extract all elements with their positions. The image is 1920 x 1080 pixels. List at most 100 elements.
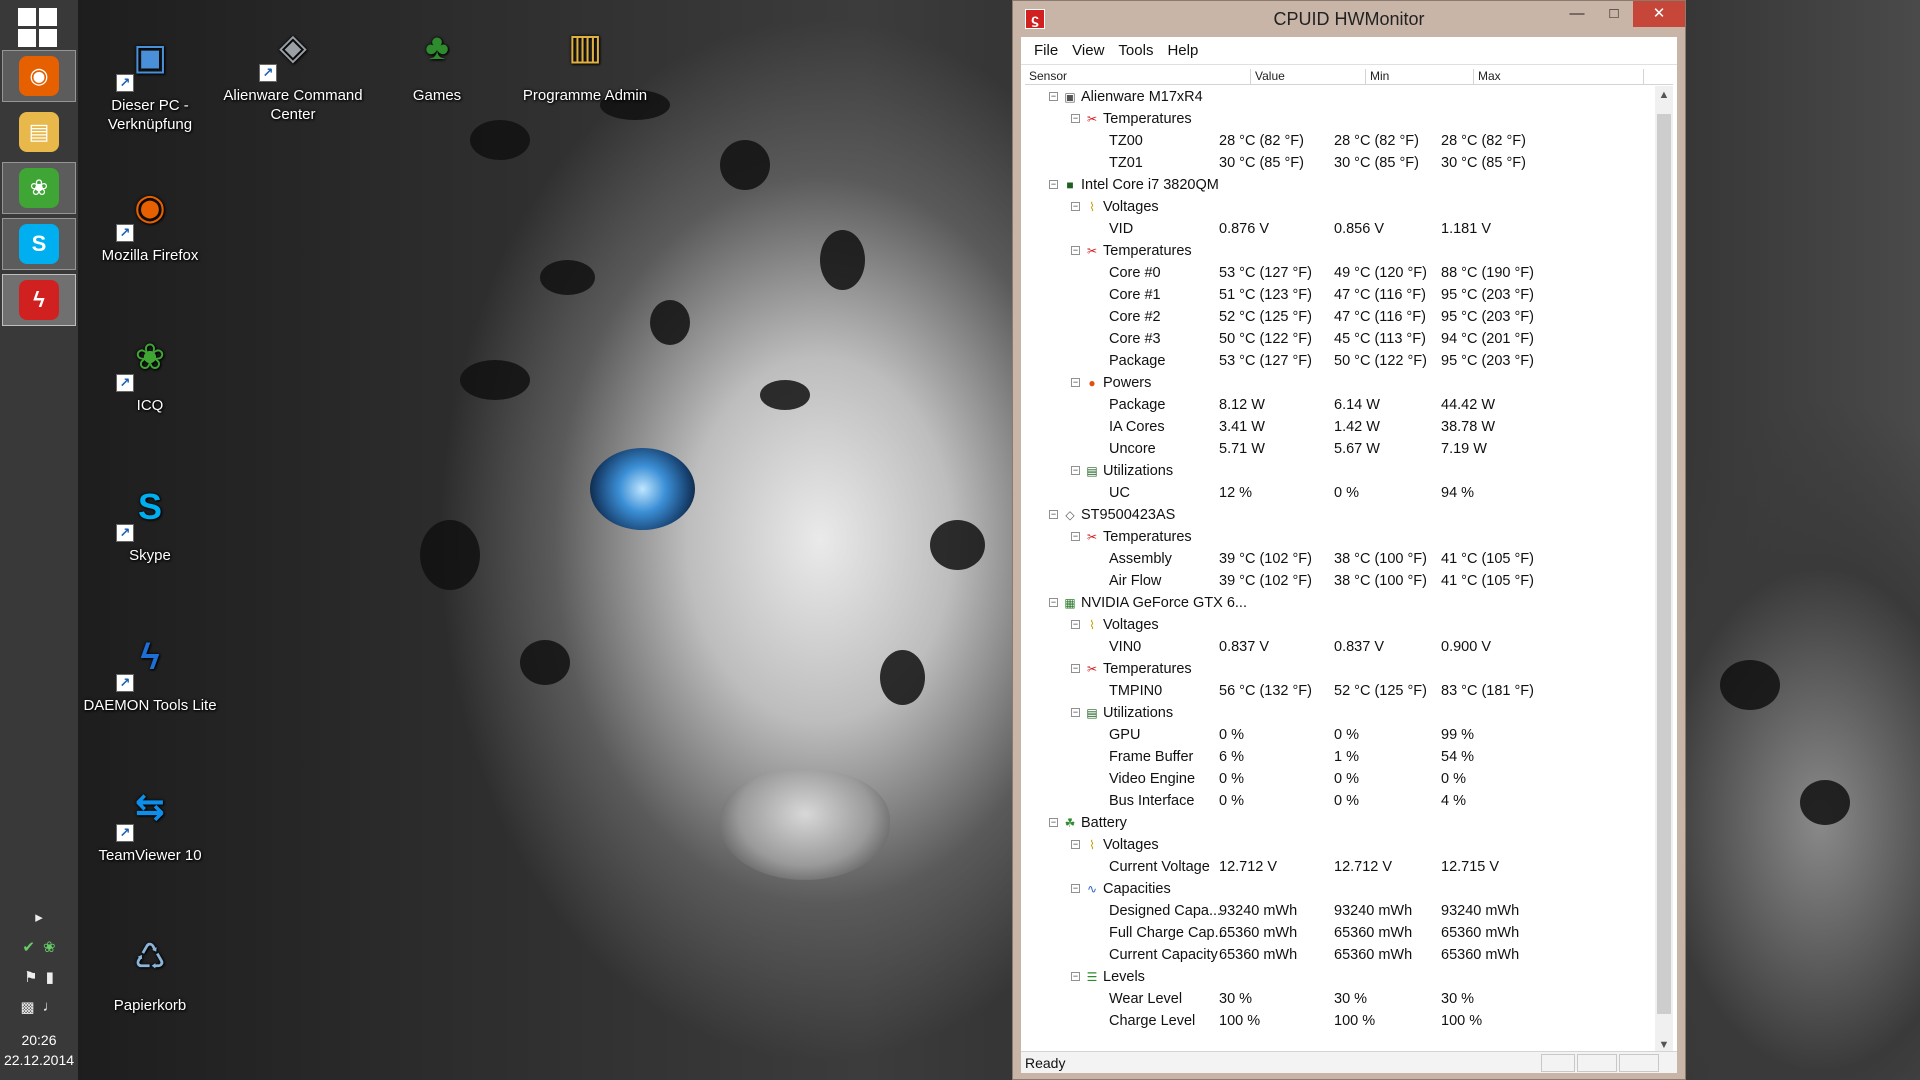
tree-collapse-toggle[interactable]: − — [1071, 114, 1080, 123]
taskbar-firefox[interactable]: ◉ — [2, 50, 76, 102]
tree-sensor-row[interactable]: Bus Interface 0 % 0 % 4 % — [1025, 790, 1655, 812]
minimize-button[interactable]: — — [1559, 1, 1595, 27]
desktop-icon-teamviewer[interactable]: ⇆ ↗ TeamViewer 10 — [75, 770, 225, 865]
tree-sensor-row[interactable]: Full Charge Cap... 65360 mWh 65360 mWh 6536… — [1025, 922, 1655, 944]
desktop-icon-alienware[interactable]: ◈ ↗ Alienware Command Center — [218, 10, 368, 124]
tree-sensor-row[interactable]: Core #1 51 °C (123 °F) 47 °C (116 °F) 95 °C… — [1025, 284, 1655, 306]
tree-sensor-row[interactable]: Current Capacity 65360 mWh 65360 mWh 65360 … — [1025, 944, 1655, 966]
desktop-icon-firefox[interactable]: ◉ ↗ Mozilla Firefox — [75, 170, 225, 265]
desktop-icon-icq[interactable]: ❀ ↗ ICQ — [75, 320, 225, 415]
tree-device-row[interactable]: − ▦ NVIDIA GeForce GTX 6... — [1025, 592, 1655, 614]
menu-help[interactable]: Help — [1160, 42, 1205, 59]
tree-sensor-row[interactable]: Frame Buffer 6 % 1 % 54 % — [1025, 746, 1655, 768]
taskbar-file-explorer[interactable]: ▤ — [2, 106, 76, 158]
tree-collapse-toggle[interactable]: − — [1071, 664, 1080, 673]
tree-collapse-toggle[interactable]: − — [1071, 708, 1080, 717]
menu-file[interactable]: File — [1027, 42, 1065, 59]
tree-sensor-row[interactable]: TZ01 30 °C (85 °F) 30 °C (85 °F) 30 °C (85 … — [1025, 152, 1655, 174]
tree-collapse-toggle[interactable]: − — [1071, 620, 1080, 629]
tree-group-row[interactable]: − ✂ Temperatures — [1025, 526, 1655, 548]
tree-sensor-row[interactable]: Charge Level 100 % 100 % 100 % — [1025, 1010, 1655, 1032]
tree-group-row[interactable]: − ● Powers — [1025, 372, 1655, 394]
tree-device-row[interactable]: − ■ Intel Core i7 3820QM — [1025, 174, 1655, 196]
tree-collapse-toggle[interactable]: − — [1049, 180, 1058, 189]
column-min[interactable]: Min — [1366, 69, 1474, 85]
tree-sensor-row[interactable]: Wear Level 30 % 30 % 30 % — [1025, 988, 1655, 1010]
desktop-icon-games[interactable]: ♣ Games — [362, 10, 512, 105]
scroll-thumb[interactable] — [1657, 114, 1671, 1014]
taskbar-icq[interactable]: ❀ — [2, 162, 76, 214]
desktop-icon-daemon-tools[interactable]: ϟ ↗ DAEMON Tools Lite — [75, 620, 225, 715]
taskbar-clock[interactable]: 20:26 22.12.2014 — [0, 1030, 78, 1070]
tree-collapse-toggle[interactable]: − — [1049, 598, 1058, 607]
taskbar-skype[interactable]: S — [2, 218, 76, 270]
tree-group-row[interactable]: − ✂ Temperatures — [1025, 108, 1655, 130]
tree-sensor-row[interactable]: Core #0 53 °C (127 °F) 49 °C (120 °F) 88 °C… — [1025, 262, 1655, 284]
tree-group-row[interactable]: − ☰ Levels — [1025, 966, 1655, 988]
menu-tools[interactable]: Tools — [1111, 42, 1160, 59]
vertical-scrollbar[interactable]: ▲ ▼ — [1655, 86, 1673, 1054]
tree-group-row[interactable]: − ⌇ Voltages — [1025, 614, 1655, 636]
column-sensor[interactable]: Sensor — [1025, 69, 1251, 85]
tree-sensor-row[interactable]: Assembly 39 °C (102 °F) 38 °C (100 °F) 41 °… — [1025, 548, 1655, 570]
close-button[interactable]: ✕ — [1633, 1, 1685, 27]
tree-collapse-toggle[interactable]: − — [1049, 510, 1058, 519]
tree-sensor-row[interactable]: Core #3 50 °C (122 °F) 45 °C (113 °F) 94 °C… — [1025, 328, 1655, 350]
tree-sensor-row[interactable]: Uncore 5.71 W 5.67 W 7.19 W — [1025, 438, 1655, 460]
tree-sensor-row[interactable]: Air Flow 39 °C (102 °F) 38 °C (100 °F) 41 °… — [1025, 570, 1655, 592]
tree-sensor-row[interactable]: Current Voltage 12.712 V 12.712 V 12.715 V — [1025, 856, 1655, 878]
tree-sensor-row[interactable]: TMPIN0 56 °C (132 °F) 52 °C (125 °F) 83 °C … — [1025, 680, 1655, 702]
desktop-icon-computer[interactable]: ▣ ↗ Dieser PC - Verknüpfung — [75, 20, 225, 134]
taskbar-hwmonitor[interactable]: ϟ — [2, 274, 76, 326]
tree-collapse-toggle[interactable]: − — [1071, 884, 1080, 893]
tree-collapse-toggle[interactable]: − — [1071, 840, 1080, 849]
maximize-button[interactable]: □ — [1597, 1, 1631, 27]
tree-sensor-row[interactable]: UC 12 % 0 % 94 % — [1025, 482, 1655, 504]
tree-collapse-toggle[interactable]: − — [1071, 202, 1080, 211]
tree-group-row[interactable]: − ✂ Temperatures — [1025, 658, 1655, 680]
desktop-icon-skype[interactable]: S ↗ Skype — [75, 470, 225, 565]
tray-flag-icon[interactable]: ⚑ — [24, 968, 37, 986]
tray-volume-icon[interactable]: ♩ — [43, 998, 58, 1016]
start-button[interactable] — [18, 8, 58, 48]
tree-device-row[interactable]: − ▣ Alienware M17xR4 — [1025, 86, 1655, 108]
tree-collapse-toggle[interactable]: − — [1071, 972, 1080, 981]
tree-sensor-row[interactable]: Video Engine 0 % 0 % 0 % — [1025, 768, 1655, 790]
tree-sensor-row[interactable]: Package 53 °C (127 °F) 50 °C (122 °F) 95 °C… — [1025, 350, 1655, 372]
tree-sensor-row[interactable]: VID 0.876 V 0.856 V 1.181 V — [1025, 218, 1655, 240]
tree-sensor-row[interactable]: TZ00 28 °C (82 °F) 28 °C (82 °F) 28 °C (82 … — [1025, 130, 1655, 152]
tray-expand-icon[interactable]: ▸ — [35, 908, 43, 926]
tree-sensor-row[interactable]: IA Cores 3.41 W 1.42 W 38.78 W — [1025, 416, 1655, 438]
column-value[interactable]: Value — [1251, 69, 1366, 85]
tree-sensor-row[interactable]: VIN0 0.837 V 0.837 V 0.900 V — [1025, 636, 1655, 658]
menu-view[interactable]: View — [1065, 42, 1111, 59]
title-bar[interactable]: ϛ CPUID HWMonitor — □ ✕ — [1013, 1, 1685, 37]
tree-collapse-toggle[interactable]: − — [1049, 92, 1058, 101]
tree-group-row[interactable]: − ▤ Utilizations — [1025, 702, 1655, 724]
tree-group-row[interactable]: − ▤ Utilizations — [1025, 460, 1655, 482]
desktop-icon-recycle-bin[interactable]: ♺ Papierkorb — [75, 920, 225, 1015]
tree-collapse-toggle[interactable]: − — [1071, 466, 1080, 475]
tree-device-row[interactable]: − ☘ Battery — [1025, 812, 1655, 834]
column-max[interactable]: Max — [1474, 69, 1644, 85]
tree-sensor-row[interactable]: GPU 0 % 0 % 99 % — [1025, 724, 1655, 746]
tree-sensor-row[interactable]: Package 8.12 W 6.14 W 44.42 W — [1025, 394, 1655, 416]
desktop-icon-folder[interactable]: ▥ Programme Admin — [510, 10, 660, 105]
tree-group-row[interactable]: − ✂ Temperatures — [1025, 240, 1655, 262]
tray-battery-icon[interactable]: ▮ — [46, 968, 54, 986]
tree-device-row[interactable]: − ◇ ST9500423AS — [1025, 504, 1655, 526]
tree-group-row[interactable]: − ⌇ Voltages — [1025, 834, 1655, 856]
tray-icq-icon[interactable]: ❀ — [43, 938, 56, 956]
tray-network-icon[interactable]: ▩ — [20, 998, 34, 1016]
tree-group-row[interactable]: − ∿ Capacities — [1025, 878, 1655, 900]
tree-sensor-row[interactable]: Core #2 52 °C (125 °F) 47 °C (116 °F) 95 °C… — [1025, 306, 1655, 328]
tree-collapse-toggle[interactable]: − — [1071, 246, 1080, 255]
tray-security-icon[interactable]: ✔ — [22, 938, 35, 956]
tree-collapse-toggle[interactable]: − — [1071, 378, 1080, 387]
tree-sensor-row[interactable]: Designed Capa... 93240 mWh 93240 mWh 93240 … — [1025, 900, 1655, 922]
sensor-tree[interactable]: − ▣ Alienware M17xR4− ✂ Temperatures TZ00 28 °… — [1025, 86, 1655, 1056]
tree-group-row[interactable]: − ⌇ Voltages — [1025, 196, 1655, 218]
tree-collapse-toggle[interactable]: − — [1071, 532, 1080, 541]
scroll-up-arrow[interactable]: ▲ — [1655, 86, 1673, 104]
tree-collapse-toggle[interactable]: − — [1049, 818, 1058, 827]
